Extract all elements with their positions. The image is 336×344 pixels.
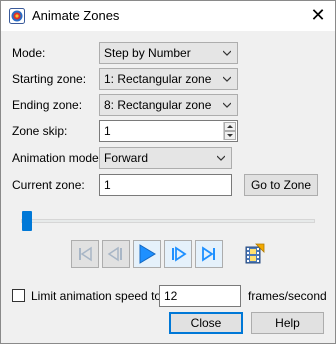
skip-to-end-icon xyxy=(202,246,215,262)
spin-down-button[interactable] xyxy=(224,131,236,140)
starting-zone-select[interactable]: 1: Rectangular zone xyxy=(99,68,238,90)
speed-input[interactable]: 12 xyxy=(159,285,241,307)
go-to-zone-button[interactable]: Go to Zone xyxy=(244,174,318,196)
arrow-down-icon xyxy=(227,134,233,137)
zone-slider-thumb[interactable] xyxy=(22,211,32,231)
ending-zone-value: 8: Rectangular zone xyxy=(104,98,212,112)
close-button[interactable]: Close xyxy=(169,312,243,334)
starting-zone-label: Starting zone: xyxy=(12,72,87,86)
limit-speed-label: Limit animation speed to xyxy=(31,289,162,303)
zone-skip-input[interactable]: 1 xyxy=(99,120,238,142)
help-button[interactable]: Help xyxy=(251,312,324,334)
current-zone-input[interactable]: 1 xyxy=(99,174,232,196)
play-icon xyxy=(139,244,156,264)
chevron-down-icon xyxy=(223,102,231,108)
chevron-down-icon xyxy=(223,76,231,82)
mode-select[interactable]: Step by Number xyxy=(99,42,238,64)
skip-to-start-icon xyxy=(79,246,92,262)
animate-zones-dialog: Animate Zones ✕ Mode: Step by Number Sta… xyxy=(0,0,336,344)
mode-value: Step by Number xyxy=(104,46,191,60)
animation-mode-value: Forward xyxy=(104,151,149,165)
export-animation-button[interactable] xyxy=(240,240,268,268)
step-forward-button[interactable] xyxy=(164,240,192,268)
limit-speed-checkbox[interactable] xyxy=(12,289,25,302)
play-button[interactable] xyxy=(133,240,161,268)
speed-value: 12 xyxy=(164,289,178,303)
app-icon xyxy=(9,8,25,24)
current-zone-value: 1 xyxy=(104,178,111,192)
speed-unit-label: frames/second xyxy=(248,289,327,303)
zone-slider-track[interactable] xyxy=(21,219,315,223)
animation-mode-select[interactable]: Forward xyxy=(99,147,232,169)
zone-skip-label: Zone skip: xyxy=(12,124,68,138)
step-back-icon xyxy=(107,246,122,262)
spin-up-button[interactable] xyxy=(224,122,236,131)
animation-mode-label: Animation mode: xyxy=(12,151,103,165)
ending-zone-select[interactable]: 8: Rectangular zone xyxy=(99,94,238,116)
step-forward-icon xyxy=(172,246,187,262)
skip-to-start-button[interactable] xyxy=(71,240,99,268)
title-bar: Animate Zones ✕ xyxy=(1,1,335,31)
ending-zone-label: Ending zone: xyxy=(12,98,83,112)
chevron-down-icon xyxy=(217,155,225,161)
close-window-icon[interactable]: ✕ xyxy=(305,4,331,28)
mode-label: Mode: xyxy=(12,46,46,60)
zone-skip-spinner[interactable] xyxy=(223,122,236,140)
export-animation-icon xyxy=(245,243,265,264)
zone-skip-value: 1 xyxy=(104,124,111,138)
starting-zone-value: 1: Rectangular zone xyxy=(104,72,212,86)
step-back-button[interactable] xyxy=(102,240,130,268)
arrow-up-icon xyxy=(227,125,233,128)
current-zone-label: Current zone: xyxy=(12,178,85,192)
chevron-down-icon xyxy=(223,50,231,56)
window-title: Animate Zones xyxy=(32,8,120,23)
skip-to-end-button[interactable] xyxy=(195,240,223,268)
